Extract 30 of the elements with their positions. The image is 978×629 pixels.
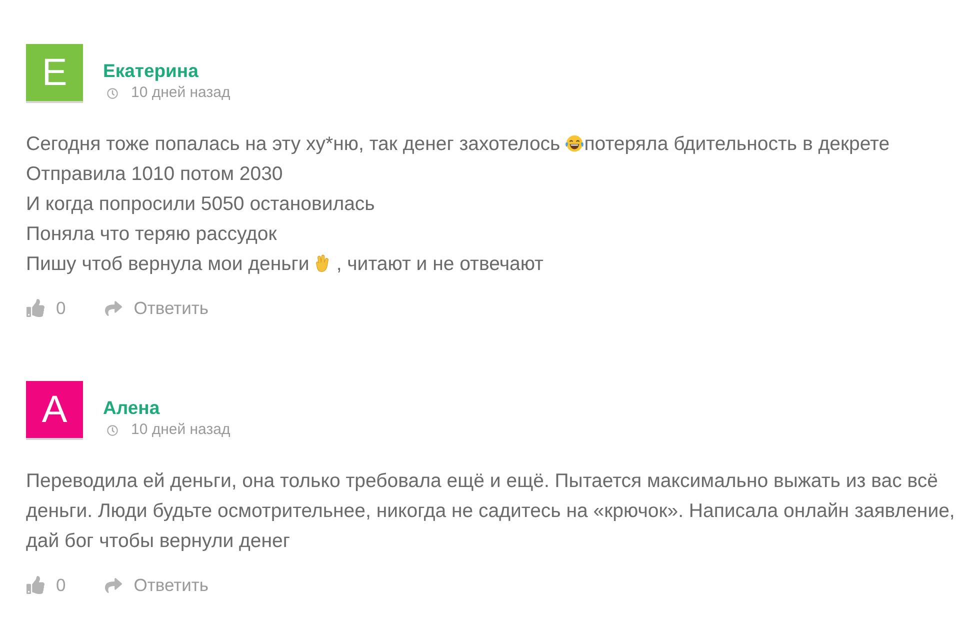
reply-arrow-icon (102, 300, 124, 316)
comment-text: Отправила 1010 потом 2030 (26, 162, 283, 187)
comment-text: Переводила ей деньги, она только требовала ещё и ещё. Пытается максимально выжать из вас всё (26, 469, 938, 494)
thumbs-up-icon (26, 299, 45, 317)
clock-icon (107, 88, 118, 98)
comment-text: , читают и не отвечают (336, 253, 544, 275)
like-count: 0 (56, 575, 66, 595)
like-button[interactable] (26, 299, 45, 317)
hand-emoji-icon (315, 254, 330, 273)
comment-text: Пишу чтоб вернула мои деньги (26, 253, 310, 275)
comment-time: 10 дней назад (131, 421, 230, 439)
comment-text: Поняла что теряю рассудок (26, 222, 277, 247)
like-count: 0 (56, 298, 66, 318)
reply-button[interactable]: Ответить (102, 575, 209, 595)
thumbs-up-icon (26, 576, 45, 594)
comment-text: потеряла бдительность в декрете (584, 133, 890, 155)
comment-text: И когда попросили 5050 остановилась (26, 192, 375, 217)
comment-text: деньги. Люди будьте осмотрительнее, никогда не садитесь на «крючок». Написала онлайн заявление, (26, 499, 955, 524)
comment-text: Сегодня тоже попалась на эту ху*ню, так денег захотелось (26, 133, 560, 155)
avatar: Е (26, 44, 83, 101)
comment-time: 10 дней назад (131, 84, 230, 102)
comment-text: дай бог чтобы вернули денег (26, 529, 290, 554)
clock-icon (107, 424, 118, 436)
author-name[interactable]: Алена (103, 397, 160, 419)
author-name[interactable]: Екатерина (103, 60, 198, 82)
laughing-emoji-icon (565, 134, 584, 153)
like-button[interactable] (26, 576, 45, 594)
avatar: А (26, 381, 83, 438)
reply-button[interactable]: Ответить (102, 298, 209, 318)
reply-arrow-icon (102, 576, 124, 594)
